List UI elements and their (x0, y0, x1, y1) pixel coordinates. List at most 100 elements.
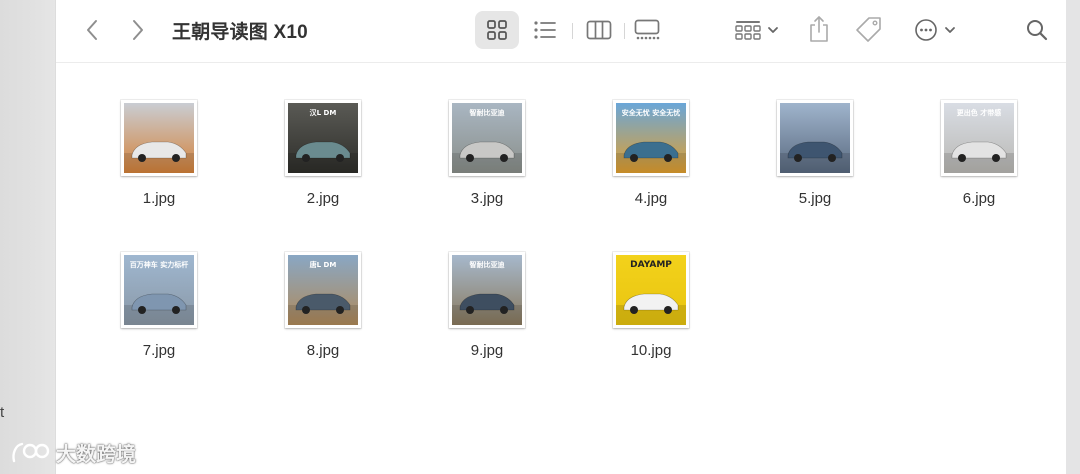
file-thumbnail[interactable]: DAYAMP (613, 252, 689, 328)
car-wheel (992, 154, 1000, 162)
watermark: 大数跨境 (10, 438, 136, 467)
car-wheel (500, 306, 508, 314)
view-separator (572, 23, 573, 39)
preview-headline: 百万神车 实力标杆 (130, 260, 188, 269)
file-name: 3.jpg (470, 190, 504, 207)
toolbar: 王朝导读图 X10 (56, 0, 1066, 63)
file-item[interactable]: 更出色 才带感 6.jpg (919, 100, 1039, 220)
car-wheel (336, 306, 344, 314)
gallery-view-button[interactable] (625, 11, 669, 49)
file-grid: 1.jpg 汉L DM 2.jpg 智耐比亚迪 3.jpg 安全无忧 安全无忧 4.jpg 5… (56, 63, 1066, 474)
car-wheel (664, 306, 672, 314)
list-icon (534, 21, 556, 39)
share-icon (810, 16, 828, 42)
group-by-icon (735, 21, 761, 40)
sidebar-edge: t (0, 0, 56, 474)
preview-headline: 汉L DM (310, 108, 337, 117)
car-wheel (466, 154, 474, 162)
file-thumbnail[interactable]: 安全无忧 安全无忧 (613, 100, 689, 176)
image-preview (124, 103, 194, 173)
finder-window: 王朝导读图 X10 1.jpg 汉L DM 2.jpg 智耐比亚迪 3.jpg … (56, 0, 1066, 474)
more-actions-button[interactable] (908, 13, 962, 47)
car-wheel (302, 154, 310, 162)
file-item[interactable]: 百万神车 实力标杆 7.jpg (99, 252, 219, 372)
image-preview: 智耐比亚迪 (452, 103, 522, 173)
file-thumbnail[interactable]: 智耐比亚迪 (449, 100, 525, 176)
columns-icon (586, 20, 612, 40)
share-button[interactable] (804, 12, 834, 46)
car-wheel (302, 306, 310, 314)
chevron-down-icon (945, 27, 955, 33)
car-wheel (138, 154, 146, 162)
file-thumbnail[interactable] (121, 100, 197, 176)
watermark-logo-icon (12, 442, 50, 462)
window-title: 王朝导读图 X10 (172, 22, 308, 43)
tag-icon (856, 17, 881, 42)
file-item[interactable]: 智耐比亚迪 3.jpg (427, 100, 547, 220)
file-item[interactable]: 智耐比亚迪 9.jpg (427, 252, 547, 372)
preview-headline: 智耐比亚迪 (470, 108, 505, 117)
tag-button[interactable] (852, 12, 886, 46)
car-wheel (630, 306, 638, 314)
file-name: 2.jpg (306, 190, 340, 207)
forward-button[interactable] (122, 14, 154, 46)
file-name: 7.jpg (142, 342, 176, 359)
image-preview: DAYAMP (616, 255, 686, 325)
file-name: 6.jpg (962, 190, 996, 207)
desktop-edge (1066, 0, 1080, 474)
group-by-button[interactable] (730, 14, 784, 46)
chevron-right-icon (133, 20, 143, 40)
car-wheel (630, 154, 638, 162)
car-wheel (336, 154, 344, 162)
image-preview: 更出色 才带感 (944, 103, 1014, 173)
car-wheel (794, 154, 802, 162)
image-preview: 安全无忧 安全无忧 (616, 103, 686, 173)
file-name: 1.jpg (142, 190, 176, 207)
car-wheel (664, 154, 672, 162)
file-name: 5.jpg (798, 190, 832, 207)
file-name: 9.jpg (470, 342, 504, 359)
file-item[interactable]: 5.jpg (755, 100, 875, 220)
car-wheel (958, 154, 966, 162)
gallery-icon (634, 19, 660, 40)
list-view-button[interactable] (523, 11, 567, 49)
ellipsis-icon (915, 19, 937, 41)
file-thumbnail[interactable]: 百万神车 实力标杆 (121, 252, 197, 328)
preview-headline: 更出色 才带感 (957, 108, 1001, 117)
sidebar-partial-text: t (0, 404, 5, 421)
back-button[interactable] (76, 14, 108, 46)
preview-headline: 安全无忧 安全无忧 (622, 108, 680, 117)
file-thumbnail[interactable]: 智耐比亚迪 (449, 252, 525, 328)
car-wheel (466, 306, 474, 314)
car-wheel (172, 154, 180, 162)
image-preview (780, 103, 850, 173)
file-thumbnail[interactable] (777, 100, 853, 176)
file-thumbnail[interactable]: 唐L DM (285, 252, 361, 328)
file-thumbnail[interactable]: 更出色 才带感 (941, 100, 1017, 176)
file-thumbnail[interactable]: 汉L DM (285, 100, 361, 176)
image-preview: 智耐比亚迪 (452, 255, 522, 325)
file-item[interactable]: 1.jpg (99, 100, 219, 220)
icon-view-button[interactable] (475, 11, 519, 49)
image-preview: 汉L DM (288, 103, 358, 173)
file-item[interactable]: 唐L DM 8.jpg (263, 252, 383, 372)
car-wheel (828, 154, 836, 162)
file-item[interactable]: 安全无忧 安全无忧 4.jpg (591, 100, 711, 220)
chevron-left-icon (87, 20, 97, 40)
preview-headline: 智耐比亚迪 (470, 260, 505, 269)
car-wheel (138, 306, 146, 314)
preview-headline: 唐L DM (310, 260, 337, 269)
file-item[interactable]: 汉L DM 2.jpg (263, 100, 383, 220)
file-item[interactable]: DAYAMP 10.jpg (591, 252, 711, 372)
chevron-down-icon (768, 27, 778, 33)
preview-headline: DAYAMP (630, 260, 672, 270)
file-name: 8.jpg (306, 342, 340, 359)
search-icon (1027, 20, 1048, 41)
grid-icon (487, 20, 507, 40)
car-wheel (500, 154, 508, 162)
search-button[interactable] (1020, 13, 1054, 47)
image-preview: 唐L DM (288, 255, 358, 325)
column-view-button[interactable] (577, 11, 621, 49)
file-name: 10.jpg (630, 342, 672, 359)
file-name: 4.jpg (634, 190, 668, 207)
